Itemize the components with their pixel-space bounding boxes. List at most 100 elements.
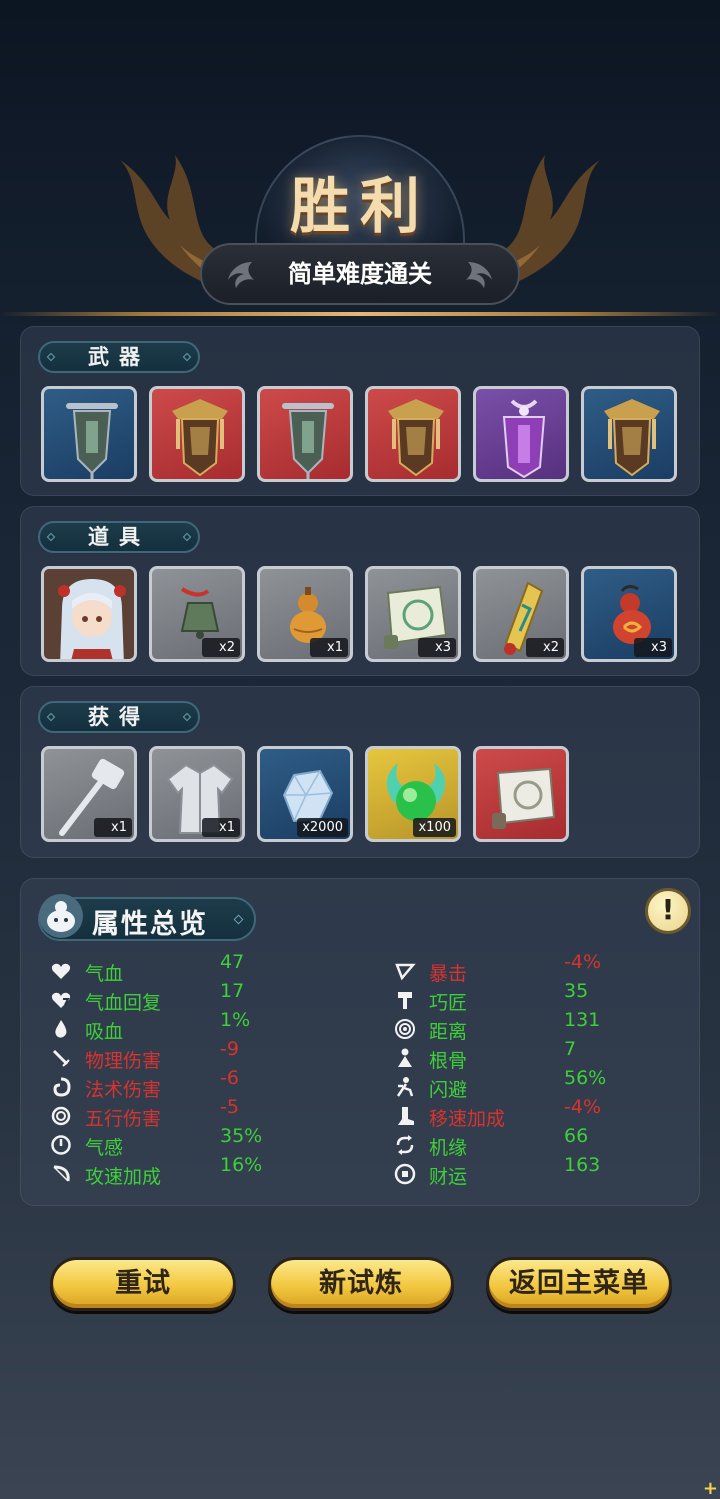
purple-banner-icon	[502, 399, 546, 479]
swirl-icon	[53, 1077, 71, 1097]
right-wing-icon	[466, 262, 492, 288]
weapon-slot-3[interactable]	[257, 386, 353, 482]
spiral-icon	[51, 1106, 71, 1126]
banner-icon	[282, 403, 334, 479]
heart-regen-icon	[51, 992, 71, 1008]
reward-qty-2: x1	[202, 818, 240, 837]
retry-button[interactable]: 重试	[50, 1257, 236, 1311]
stat-element-damage-name: 五行伤害	[85, 1108, 162, 1130]
stat-hp-regen: 气血回复 17	[50, 980, 350, 1014]
dodge-icon	[396, 1077, 414, 1097]
stat-wealth-value: 163	[564, 1154, 601, 1176]
power-icon	[51, 1135, 71, 1155]
stat-craftsman-name: 巧匠	[429, 992, 468, 1014]
prop-slot-3[interactable]: x1	[257, 566, 353, 662]
stat-lifesteal: 吸血 1%	[50, 1009, 350, 1043]
stat-wealth-name: 财运	[429, 1166, 468, 1188]
stat-range: 距离 131	[394, 1009, 694, 1043]
main-menu-button[interactable]: 返回主菜单	[486, 1257, 672, 1311]
stat-lifesteal-value: 1%	[220, 1009, 251, 1031]
rewards-label: 获得	[88, 705, 150, 729]
prop-qty-6: x3	[634, 638, 672, 657]
ornate-banner-icon	[172, 399, 228, 477]
rewards-tag: 获得	[38, 701, 200, 733]
stat-lifesteal-name: 吸血	[85, 1021, 124, 1043]
sword-icon	[52, 1049, 70, 1067]
stat-move-speed-name: 移速加成	[429, 1108, 506, 1130]
stat-crit: 暴击 -4%	[394, 951, 694, 985]
stat-physical-damage-value: -9	[220, 1038, 239, 1060]
stat-spell-damage-name: 法术伤害	[85, 1079, 162, 1101]
stat-move-speed: 移速加成 -4%	[394, 1096, 694, 1130]
prop-qty-2: x2	[202, 638, 240, 657]
weapon-slot-1[interactable]	[41, 386, 137, 482]
stat-attack-speed: 攻速加成 16%	[50, 1154, 350, 1188]
stat-attack-speed-name: 攻速加成	[85, 1166, 162, 1188]
stat-constitution: 根骨 7	[394, 1038, 694, 1072]
reward-slot-1[interactable]: x1	[41, 746, 137, 842]
stat-constitution-name: 根骨	[429, 1050, 468, 1072]
stat-fortune-chance-name: 机缘	[429, 1137, 468, 1159]
drop-icon	[55, 1020, 67, 1038]
info-button[interactable]: !	[645, 888, 691, 934]
coin-icon	[394, 1163, 416, 1185]
weapons-tag: 武器	[38, 341, 200, 373]
figure-icon	[398, 1048, 412, 1067]
cycle-icon	[396, 1135, 414, 1155]
boot-icon	[398, 1107, 414, 1125]
heart-icon	[51, 963, 71, 979]
ornate-banner-icon	[604, 399, 660, 477]
mascot-icon	[39, 894, 83, 938]
character-portrait	[44, 569, 134, 659]
stat-crit-name: 暴击	[429, 963, 468, 985]
stat-move-speed-value: -4%	[564, 1096, 601, 1118]
stat-craftsman: 巧匠 35	[394, 980, 694, 1014]
new-trial-button[interactable]: 新试炼	[268, 1257, 454, 1311]
reward-qty-3: x2000	[297, 818, 348, 837]
attributes-label: 属性总览	[92, 909, 208, 940]
stat-attack-speed-value: 16%	[220, 1154, 263, 1176]
prop-slot-1[interactable]	[41, 566, 137, 662]
prop-slot-6[interactable]: x3	[581, 566, 677, 662]
stat-wealth: 财运 163	[394, 1154, 694, 1188]
stat-dodge: 闪避 56%	[394, 1067, 694, 1101]
stat-range-value: 131	[564, 1009, 601, 1031]
difficulty-cleared-text: 简单难度通关	[288, 260, 432, 288]
prop-slot-5[interactable]: x2	[473, 566, 569, 662]
stat-hp-regen-name: 气血回复	[85, 992, 162, 1014]
stat-fortune-chance: 机缘 66	[394, 1125, 694, 1159]
ornate-banner-icon	[388, 399, 444, 477]
weapon-slot-4[interactable]	[365, 386, 461, 482]
props-label: 道具	[88, 525, 150, 549]
stat-spell-damage: 法术伤害 -6	[50, 1067, 350, 1101]
weapon-slot-2[interactable]	[149, 386, 245, 482]
weapons-label: 武器	[88, 345, 150, 369]
props-tag: 道具	[38, 521, 200, 553]
weapon-slot-5[interactable]	[473, 386, 569, 482]
stat-hp: 气血 47	[50, 951, 350, 985]
stat-range-name: 距离	[429, 1021, 468, 1043]
reward-slot-5[interactable]	[473, 746, 569, 842]
stat-constitution-value: 7	[564, 1038, 577, 1060]
bow-icon	[53, 1165, 70, 1182]
header-divider	[0, 312, 720, 316]
stat-physical-damage: 物理伤害 -9	[50, 1038, 350, 1072]
reward-slot-4[interactable]: x100	[365, 746, 461, 842]
reward-qty-1: x1	[94, 818, 132, 837]
prop-slot-4[interactable]: x3	[365, 566, 461, 662]
stat-spell-damage-value: -6	[220, 1067, 239, 1089]
banner-icon	[66, 403, 118, 479]
reward-slot-3[interactable]: x2000	[257, 746, 353, 842]
stat-hp-value: 47	[220, 951, 245, 973]
stat-qi-sense-name: 气感	[85, 1137, 124, 1159]
reward-qty-4: x100	[413, 818, 456, 837]
reward-slot-2[interactable]: x1	[149, 746, 245, 842]
prop-qty-4: x3	[418, 638, 456, 657]
corner-plus-icon: +	[702, 1478, 718, 1499]
stat-fortune-chance-value: 66	[564, 1125, 589, 1147]
exclamation-icon: !	[661, 893, 675, 926]
stat-physical-damage-name: 物理伤害	[85, 1050, 162, 1072]
weapon-slot-6[interactable]	[581, 386, 677, 482]
victory-title: 胜利	[290, 172, 430, 242]
prop-slot-2[interactable]: x2	[149, 566, 245, 662]
